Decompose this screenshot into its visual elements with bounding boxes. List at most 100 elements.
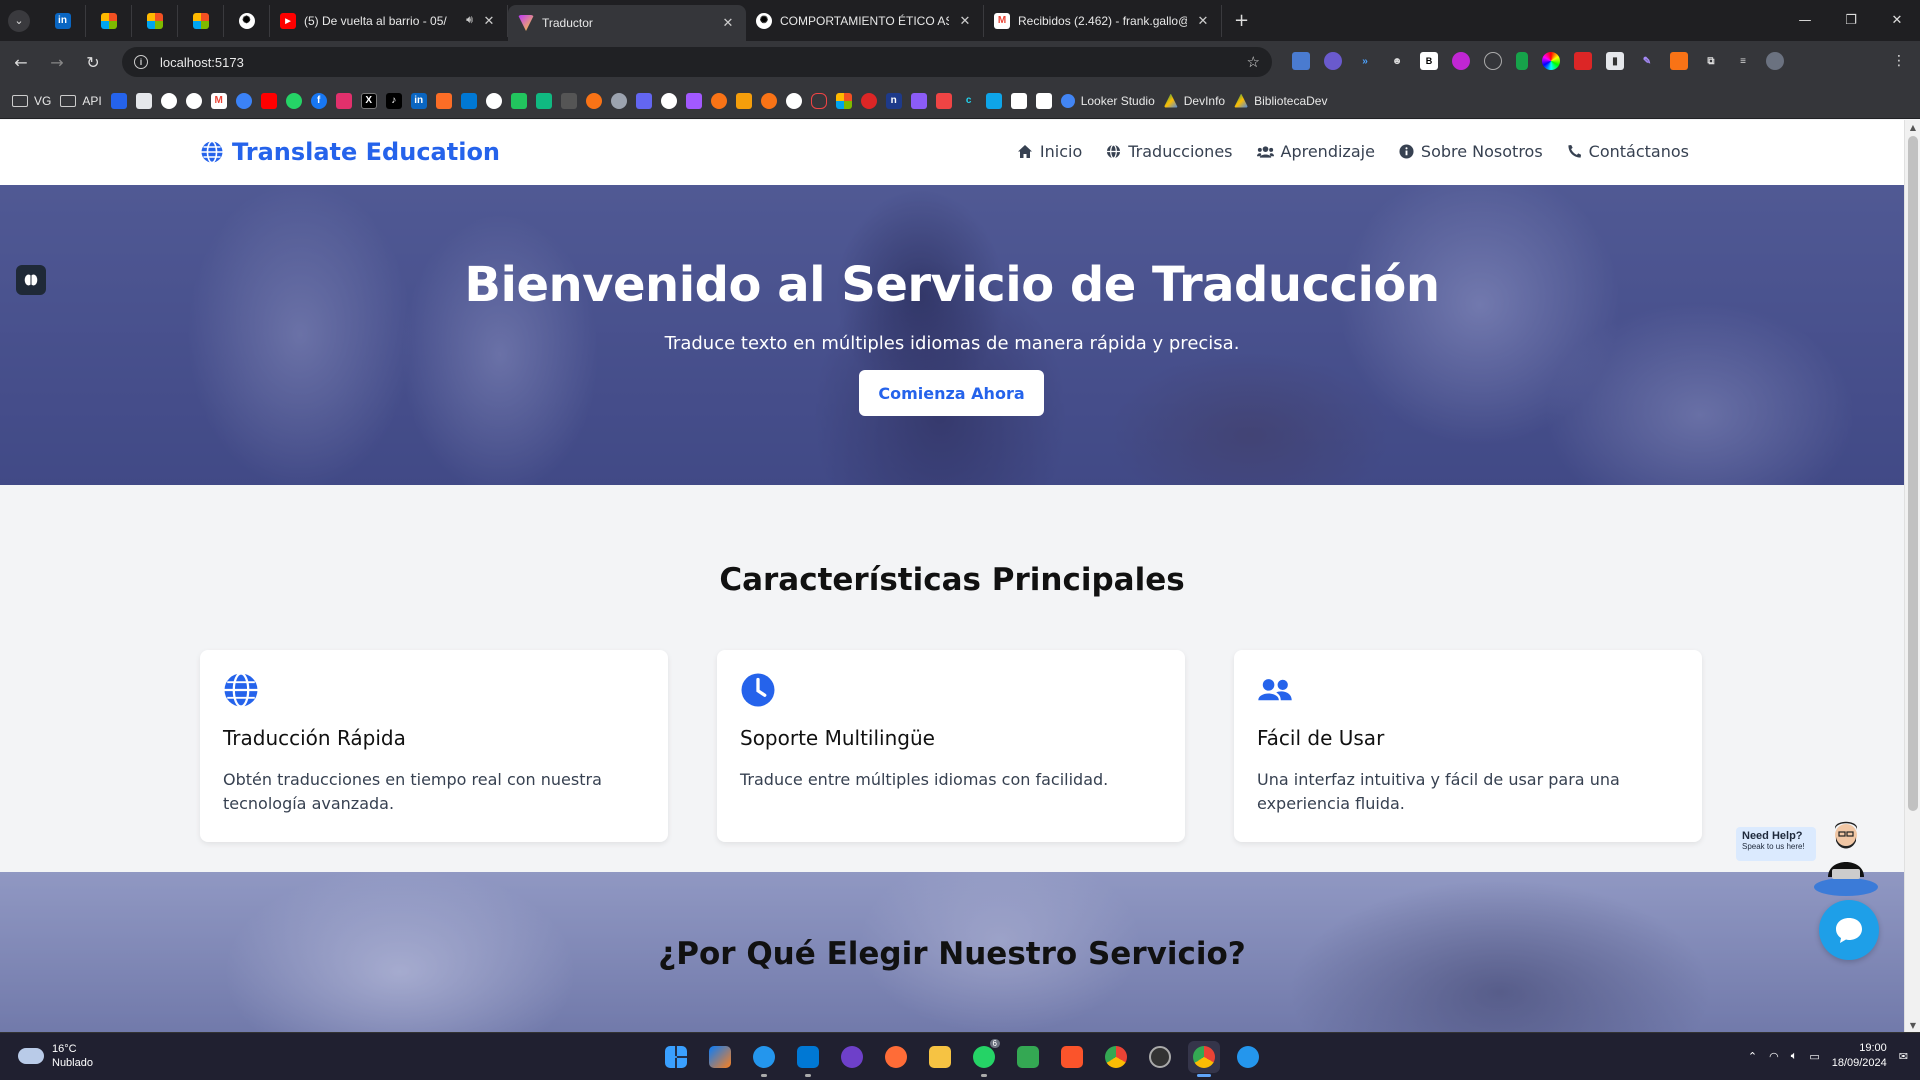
bookmark-stats-icon[interactable] [510, 92, 527, 109]
extension-alien-icon[interactable]: ☻ [1388, 52, 1406, 70]
bookmark-c-icon[interactable] [660, 92, 677, 109]
close-tab-icon[interactable]: ✕ [1195, 13, 1211, 29]
bookmark-box-icon[interactable] [735, 92, 752, 109]
pinned-tab-chatgpt[interactable]: ✺ [224, 4, 270, 37]
bookmark-whatsapp-icon[interactable] [285, 92, 302, 109]
extension-purple-icon[interactable] [1452, 52, 1470, 70]
extension-b-icon[interactable]: B [1420, 52, 1438, 70]
bookmark-bibliotecadev[interactable]: BibliotecaDev [1234, 93, 1327, 108]
bookmark-indigo-icon[interactable] [635, 92, 652, 109]
extension-gear-icon[interactable] [1324, 52, 1342, 70]
taskbar-whatsapp[interactable]: 6 [968, 1039, 1000, 1077]
pinned-tab-linkedin[interactable]: in [40, 4, 86, 37]
bookmark-photo-icon[interactable] [135, 92, 152, 109]
help-bubble[interactable]: Need Help? Speak to us here! [1736, 827, 1816, 861]
taskbar-brave[interactable] [1056, 1041, 1088, 1073]
extensions-puzzle-icon[interactable]: ⧉ [1702, 52, 1720, 70]
bookmark-u-icon[interactable] [910, 92, 927, 109]
bookmark-chatgpt-icon[interactable] [160, 92, 177, 109]
help-widget[interactable]: Need Help? Speak to us here! [1736, 815, 1886, 905]
extension-red-icon[interactable] [1574, 52, 1592, 70]
bookmark-n-icon[interactable] [535, 92, 552, 109]
taskbar-obs[interactable] [1144, 1041, 1176, 1073]
extension-pen-icon[interactable]: ✎ [1638, 52, 1656, 70]
start-button[interactable] [660, 1041, 692, 1073]
bookmark-grid-icon[interactable] [560, 92, 577, 109]
nav-link-sobre-nosotros[interactable]: Sobre Nosotros [1399, 142, 1543, 161]
extension-docs-icon[interactable] [1292, 52, 1310, 70]
bookmark-instagram-icon[interactable] [335, 92, 352, 109]
extension-metamask-icon[interactable] [1670, 52, 1688, 70]
address-bar[interactable]: i localhost:5173 ☆ [122, 47, 1272, 77]
restore-icon[interactable]: ❐ [1828, 0, 1874, 41]
bookmark-looker-studio[interactable]: Looker Studio [1060, 93, 1155, 108]
nav-link-inicio[interactable]: Inicio [1017, 142, 1082, 161]
bookmark-facebook-icon[interactable]: f [310, 92, 327, 109]
bookmark-tiktok-icon[interactable]: ♪ [385, 92, 402, 109]
bookmark-gmail-icon[interactable]: M [210, 92, 227, 109]
nav-link-traducciones[interactable]: Traducciones [1106, 142, 1233, 161]
bookmark-orange-icon[interactable] [585, 92, 602, 109]
browser-menu-icon[interactable]: ⋮ [1892, 53, 1906, 69]
bookmark-youtube-icon[interactable] [260, 92, 277, 109]
taskbar-jetbrains[interactable] [704, 1041, 736, 1073]
close-window-icon[interactable]: ✕ [1874, 0, 1920, 41]
brand-logo[interactable]: Translate Education [200, 138, 500, 166]
bookmark-star-icon[interactable]: ☆ [1247, 53, 1260, 71]
minimize-icon[interactable]: — [1782, 0, 1828, 41]
media-control-icon[interactable]: ≡ [1734, 52, 1752, 70]
taskbar-docker-2[interactable] [1232, 1041, 1264, 1073]
brain-extension-button[interactable] [16, 265, 46, 295]
battery-icon[interactable]: ▭ [1809, 1050, 1819, 1063]
tab-traductor[interactable]: Traductor ✕ [508, 5, 746, 41]
extension-lock-icon[interactable]: ▮ [1606, 52, 1624, 70]
chevron-up-icon[interactable]: ⌃ [1748, 1050, 1757, 1063]
reload-icon[interactable]: ↻ [78, 47, 108, 77]
bookmark-figma-icon[interactable] [685, 92, 702, 109]
bookmark-car-icon[interactable] [935, 92, 952, 109]
bookmark-framer-icon[interactable] [1010, 92, 1027, 109]
bookmark-g-icon[interactable] [760, 92, 777, 109]
bookmark-folder-api[interactable]: API [60, 94, 102, 108]
scrollbar-thumb[interactable] [1908, 136, 1918, 811]
taskbar-chrome[interactable] [1100, 1041, 1132, 1073]
extension-green-icon[interactable] [1516, 52, 1528, 70]
bookmark-postman-icon[interactable] [710, 92, 727, 109]
bookmark-microsoft-icon[interactable] [835, 92, 852, 109]
get-started-button[interactable]: Comienza Ahora [859, 370, 1044, 416]
taskbar-chat[interactable] [1012, 1041, 1044, 1073]
bookmark-calendar-icon[interactable] [110, 92, 127, 109]
pinned-tab-microsoft-2[interactable] [132, 4, 178, 37]
weather-widget[interactable]: 16°C Nublado [18, 1042, 93, 1070]
bookmark-github-icon[interactable] [485, 92, 502, 109]
taskbar-file-explorer[interactable] [924, 1041, 956, 1073]
tab-search-button[interactable]: ⌄ [8, 9, 30, 32]
site-info-icon[interactable]: i [134, 55, 148, 69]
bookmark-x-icon[interactable]: X [360, 92, 377, 109]
close-tab-icon[interactable]: ✕ [720, 15, 736, 31]
page-scrollbar[interactable]: ▲ ▼ [1904, 120, 1920, 1032]
extension-waves-icon[interactable]: » [1356, 52, 1374, 70]
profile-avatar-icon[interactable] [1766, 52, 1784, 70]
new-tab-button[interactable]: + [1234, 10, 1249, 31]
bookmark-oval-icon[interactable] [810, 92, 827, 109]
bookmark-cursive-icon[interactable]: c [961, 93, 977, 109]
bookmark-openai-icon[interactable] [185, 92, 202, 109]
scroll-up-icon[interactable]: ▲ [1905, 120, 1920, 134]
bookmark-azure-icon[interactable] [460, 92, 477, 109]
notification-icon[interactable]: ✉︎ [1899, 1050, 1908, 1063]
bookmark-yl-icon[interactable] [985, 92, 1002, 109]
bookmark-cube-icon[interactable] [1035, 92, 1052, 109]
extension-clock-icon[interactable] [1484, 52, 1502, 70]
taskbar-github-desktop[interactable] [836, 1041, 868, 1073]
bookmark-apple-icon[interactable] [610, 92, 627, 109]
scroll-down-icon[interactable]: ▼ [1905, 1018, 1920, 1032]
volume-icon[interactable]: 🔈︎ [1791, 1050, 1798, 1063]
clock[interactable]: 19:00 18/09/2024 [1832, 1041, 1887, 1071]
forward-arrow-icon[interactable]: → [42, 47, 72, 77]
pinned-tab-microsoft-3[interactable] [178, 4, 224, 37]
bookmark-cloud-icon[interactable] [235, 92, 252, 109]
wifi-icon[interactable]: ◠ [1769, 1050, 1779, 1063]
taskbar-postman[interactable] [880, 1041, 912, 1073]
taskbar-docker[interactable] [748, 1041, 780, 1077]
